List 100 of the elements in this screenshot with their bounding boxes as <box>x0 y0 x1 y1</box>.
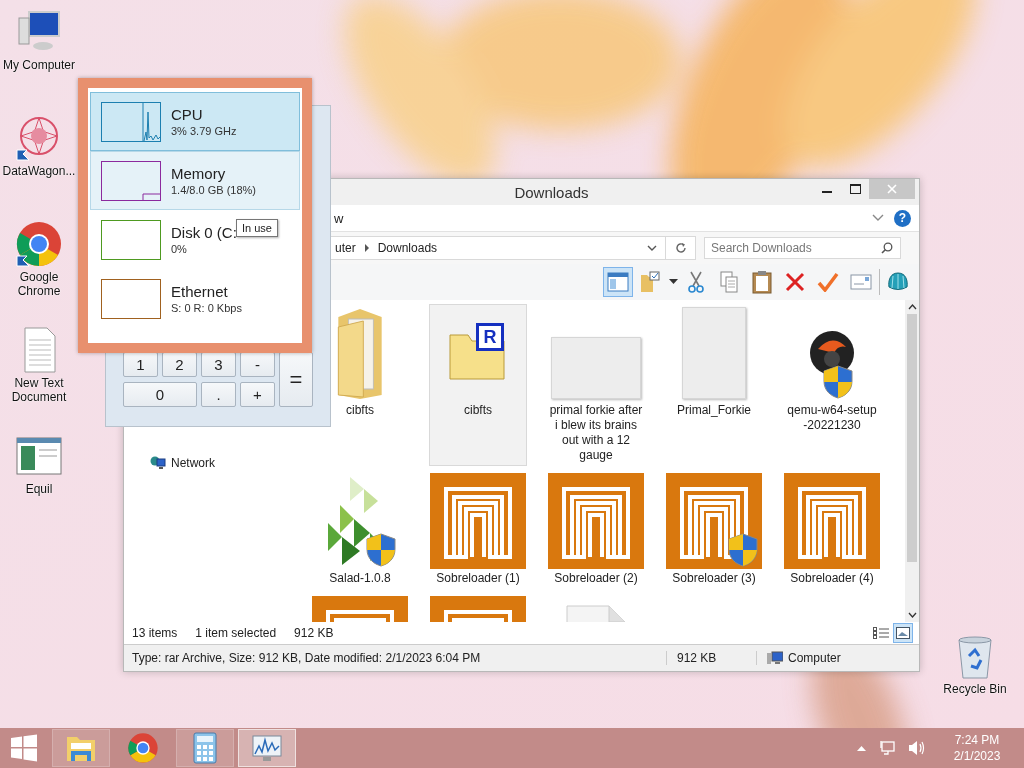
scrollbar-thumb[interactable] <box>907 314 917 562</box>
checkmark-icon <box>817 272 839 292</box>
x-mark-icon <box>785 272 805 292</box>
calculator-key[interactable]: 0 <box>123 382 197 407</box>
preview-pane-button[interactable] <box>603 267 633 297</box>
volume-icon[interactable] <box>908 740 926 756</box>
large-icons-view-button[interactable] <box>893 623 913 643</box>
taskbar-button[interactable] <box>52 729 110 767</box>
file-item[interactable]: primal forkie after i blew its brains out with a 12 gauge <box>547 304 645 466</box>
file-item[interactable]: qemu-w64-setup -20221230 <box>783 304 881 466</box>
file-item[interactable]: R cibfts <box>429 304 527 466</box>
location-label: Computer <box>788 651 841 665</box>
file-name: cibfts <box>463 403 493 418</box>
calculator-icon <box>193 732 217 764</box>
performance-monitor-icon <box>251 734 283 762</box>
calculator-key[interactable]: = <box>279 352 313 407</box>
file-item[interactable]: Sobreloader (1) <box>429 472 527 589</box>
file-name: primal forkie after i blew its brains out with a 12 gauge <box>548 403 644 463</box>
desktop-icon-label: DataWagon... <box>2 164 76 178</box>
file-details: Type: rar Archive, Size: 912 KB, Date modified: 2/1/2023 6:04 PM <box>124 651 667 665</box>
search-icon[interactable] <box>881 242 893 254</box>
performance-reading: 3% 3.79 GHz <box>171 125 237 137</box>
close-icon <box>887 184 897 194</box>
file-name: Sobreloader (4) <box>790 571 874 586</box>
file-item[interactable]: Sobreloader (3) <box>665 472 763 589</box>
scrollbar[interactable] <box>905 300 919 622</box>
desktop-icon-label: Equil <box>25 482 53 496</box>
folder-icon <box>335 307 385 399</box>
calculator-key[interactable]: + <box>240 382 275 407</box>
file-name: Sobreloader (2) <box>554 571 638 586</box>
file-name: Sobreloader (3) <box>672 571 756 586</box>
scissors-icon <box>687 271 705 293</box>
file-item[interactable]: Primal_Forkie <box>676 304 752 466</box>
pane-layout-icon <box>607 272 629 292</box>
help-button[interactable]: ? <box>894 209 911 227</box>
chrome-icon[interactable] <box>15 220 63 268</box>
refresh-icon <box>674 242 687 254</box>
caret-icon[interactable] <box>669 279 678 285</box>
file-size: 912 KB <box>667 651 757 665</box>
search-field[interactable]: Search Downloads <box>704 237 901 259</box>
file-name: cibfts <box>346 403 374 418</box>
calculator-key[interactable]: 1 <box>123 352 158 377</box>
performance-name: CPU <box>171 106 204 123</box>
file-item[interactable]: Sobreloader (2) <box>547 472 645 589</box>
file-item[interactable]: Sobreloader (4) <box>783 472 881 589</box>
calculator-key[interactable]: . <box>201 382 236 407</box>
tooltip: In use <box>236 219 278 237</box>
performance-name: Ethernet <box>171 283 229 300</box>
details-list-icon <box>873 627 889 639</box>
calculator-key[interactable]: - <box>240 352 275 377</box>
computer-icon <box>767 651 783 665</box>
app-tile-icon <box>548 473 644 569</box>
windows-logo-icon <box>10 734 38 762</box>
app-tile-icon <box>666 473 762 569</box>
clipboard-icon <box>752 270 772 294</box>
desktop-icon-label: Recycle Bin <box>943 682 1007 696</box>
ribbon-tab[interactable]: w <box>334 210 344 226</box>
file-name: Salad-1.0.8 <box>329 571 391 586</box>
file-item[interactable]: cibfts <box>334 304 386 466</box>
selection-size: 912 KB <box>294 626 334 640</box>
file-name: Primal_Forkie <box>677 403 751 418</box>
window-title: Downloads <box>514 183 589 201</box>
clock-time: 7:24 PM <box>954 732 1000 748</box>
app-tile-icon <box>430 473 526 569</box>
chevron-down-icon[interactable] <box>872 214 884 222</box>
breadcrumb-item[interactable]: Downloads <box>377 241 438 255</box>
minimize-icon <box>822 191 832 193</box>
picture-icon <box>896 627 910 639</box>
taskbar-button[interactable] <box>238 729 296 767</box>
taskbar-button[interactable] <box>176 729 234 767</box>
show-hidden-icons-icon[interactable] <box>857 745 866 751</box>
copy-icon <box>719 271 739 293</box>
performance-reading: S: 0 R: 0 Kbps <box>171 302 242 314</box>
envelope-icon <box>850 274 872 290</box>
performance-reading: 0% <box>171 243 188 255</box>
file-name: qemu-w64-setup -20221230 <box>786 403 878 433</box>
desktop-icon-label: My Computer <box>3 58 75 72</box>
clock-date: 2/1/2023 <box>953 748 1001 764</box>
performance-item[interactable]: Memory 1.4/8.0 GB (18%) <box>90 151 300 210</box>
desktop-icon-label: Google Chrome <box>16 270 62 298</box>
selection-count: 1 item selected <box>195 626 277 640</box>
chrome-icon <box>127 732 159 764</box>
desktop-icon-label: New Text Document <box>10 376 68 404</box>
performance-name: Memory <box>171 165 227 182</box>
performance-item[interactable]: CPU 3% 3.79 GHz <box>90 92 300 151</box>
performance-item[interactable]: Ethernet S: 0 R: 0 Kbps <box>90 269 300 328</box>
calculator-key[interactable]: 3 <box>201 352 236 377</box>
breadcrumb-arrow-icon[interactable] <box>363 244 370 252</box>
folder-checkbox-icon <box>639 271 663 293</box>
scroll-up-icon[interactable] <box>907 304 917 310</box>
network-icon[interactable] <box>150 456 166 470</box>
file-item[interactable]: Salad-1.0.8 <box>319 472 401 589</box>
breadcrumb-item[interactable]: uter <box>335 241 356 255</box>
item-count: 13 items <box>132 626 178 640</box>
archive-badge: R <box>476 323 504 351</box>
scroll-down-icon[interactable] <box>907 612 917 618</box>
dropdown-icon[interactable] <box>647 244 657 252</box>
nav-item[interactable]: Network <box>171 456 215 470</box>
calculator-key[interactable]: 2 <box>162 352 197 377</box>
performance-reading: 1.4/8.0 GB (18%) <box>171 184 256 196</box>
